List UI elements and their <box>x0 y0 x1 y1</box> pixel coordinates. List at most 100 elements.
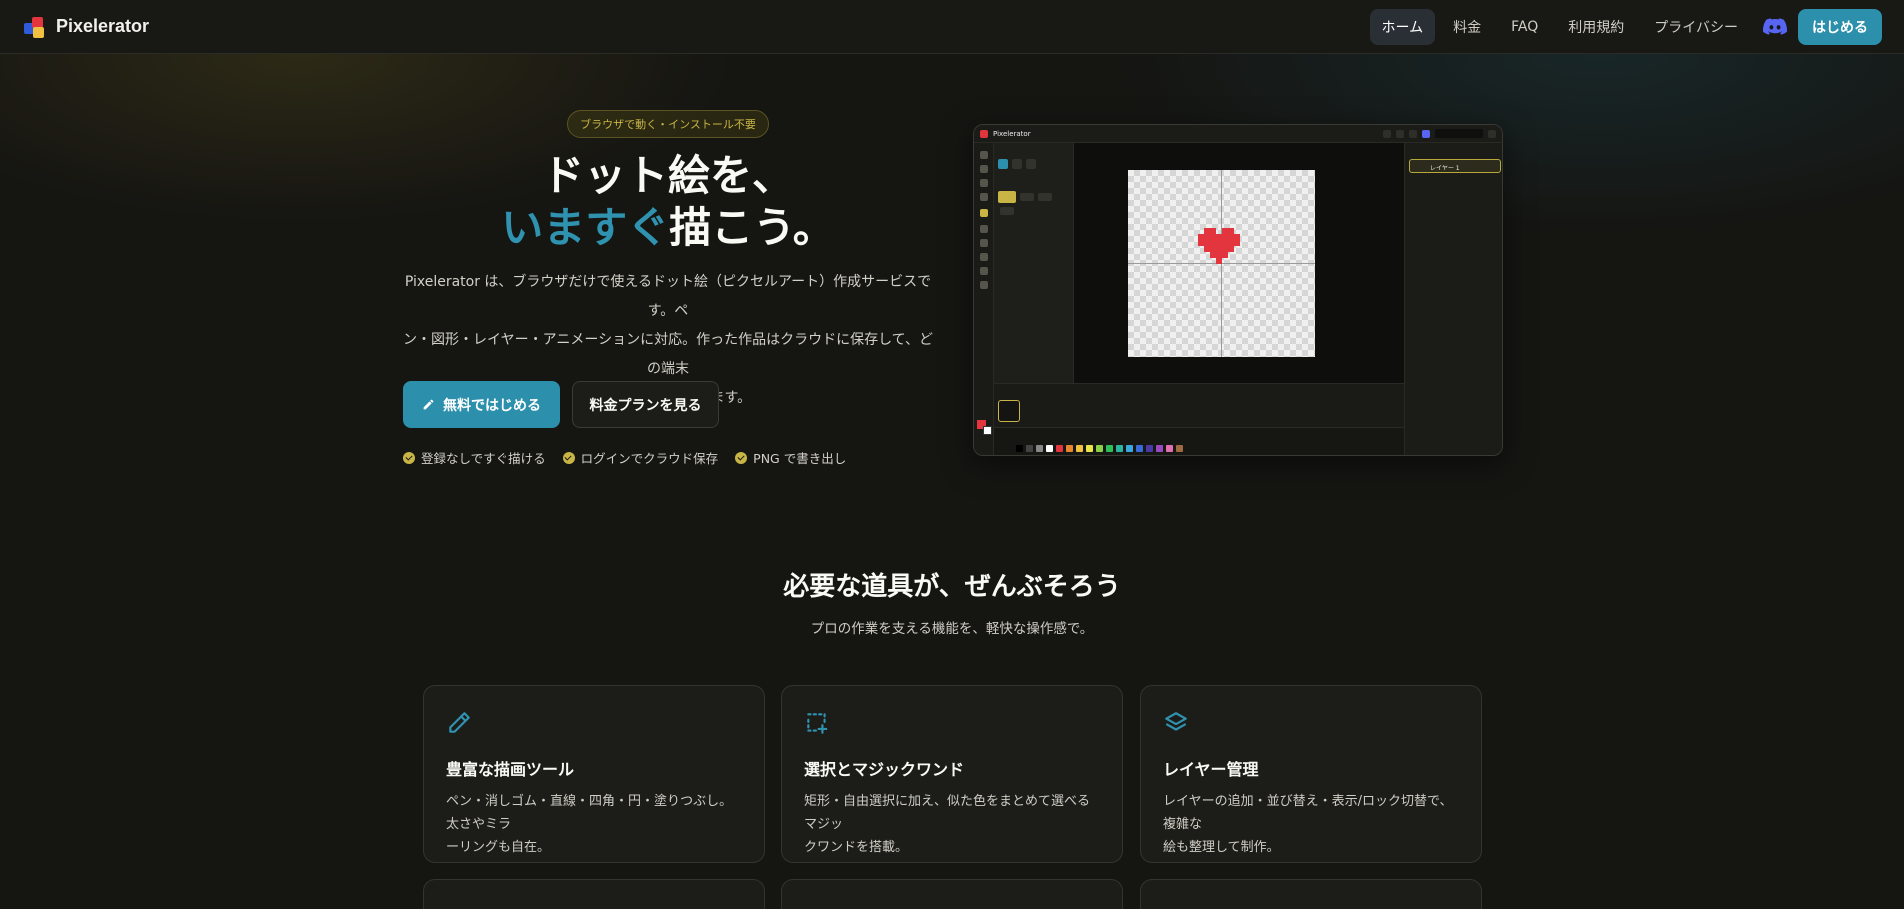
preview-toolbar: Pixelerator <box>974 125 1502 143</box>
palette-swatch <box>1026 445 1033 452</box>
preview-timeline <box>994 383 1404 427</box>
palette-swatch <box>1136 445 1143 452</box>
check-label: 登録なしですぐ描ける <box>421 451 546 466</box>
palette-swatch <box>1046 445 1053 452</box>
preview-tool-icon <box>980 225 988 233</box>
feature-card-partial <box>781 879 1123 909</box>
heart-pixel <box>1222 252 1228 258</box>
preview-layer-row: レイヤー 1 <box>1409 159 1501 173</box>
feature-card-text-line: クワンドを搭載。 <box>804 840 909 855</box>
palette-swatch <box>1116 445 1123 452</box>
palette-swatch <box>1016 445 1023 452</box>
preview-tool-icon <box>980 281 988 289</box>
feature-card-selection: 選択とマジックワンド 矩形・自由選択に加え、似た色をまとめて選べるマジッ クワン… <box>781 685 1123 863</box>
hero-background-glow <box>0 54 1904 574</box>
feature-card-text-line: 矩形・自由選択に加え、似た色をまとめて選べるマジッ <box>804 794 1091 832</box>
brand[interactable]: Pixelerator <box>22 15 149 39</box>
hero-badge: ブラウザで動く・インストール不要 <box>567 110 769 138</box>
nav-link-home[interactable]: ホーム <box>1369 8 1436 45</box>
nav-link-terms[interactable]: 利用規約 <box>1556 9 1636 45</box>
check-label: ログインでクラウド保存 <box>580 451 719 466</box>
palette-swatch <box>1156 445 1163 452</box>
hero-copy: ブラウザで動く・インストール不要 ドット絵を、 いますぐ描こう。 Pixeler… <box>400 110 936 413</box>
feature-card-text: ペン・消しゴム・直線・四角・円・塗りつぶし。太さやミラ ーリングも自在。 <box>446 790 742 859</box>
palette-swatch <box>1166 445 1173 452</box>
start-free-button[interactable]: 無料ではじめる <box>403 381 560 428</box>
palette-swatch <box>1056 445 1063 452</box>
feature-card-text-line: ーリングも自在。 <box>446 840 551 855</box>
preview-menu-icon <box>1409 129 1417 138</box>
hero-checklist: 登録なしですぐ描ける ログインでクラウド保存 PNG で書き出し <box>403 448 846 467</box>
preview-tool-icon <box>980 193 988 201</box>
discord-icon[interactable] <box>1762 14 1788 40</box>
preview-frame-thumb <box>998 400 1020 422</box>
preview-mode-icon <box>1012 159 1022 169</box>
hero-title-accent: いますぐ <box>501 203 670 252</box>
preview-tool-icon <box>980 253 988 261</box>
pencil-icon <box>449 712 470 733</box>
feature-card-text: 矩形・自由選択に加え、似た色をまとめて選べるマジッ クワンドを搭載。 <box>804 790 1100 859</box>
feature-card-title: レイヤー管理 <box>1163 760 1259 779</box>
preview-user-icon <box>1488 129 1496 138</box>
feature-card-drawing-tools: 豊富な描画ツール ペン・消しゴム・直線・四角・円・塗りつぶし。太さやミラ ーリン… <box>423 685 765 863</box>
preview-secondary-color <box>983 426 992 435</box>
feature-card-layers: レイヤー管理 レイヤーの追加・並び替え・表示/ロック切替で、複雑な 絵も整理して… <box>1140 685 1482 863</box>
hero-title: ドット絵を、 いますぐ描こう。 <box>400 150 936 254</box>
pixelerator-logo-icon <box>22 15 46 39</box>
check-circle-icon <box>403 451 415 464</box>
palette-swatch <box>1146 445 1153 452</box>
hero-title-line1: ドット絵を、 <box>541 151 794 200</box>
hero-desc-line2: ン・図形・レイヤー・アニメーションに対応。作った作品はクラウドに保存して、どの端… <box>403 332 933 377</box>
heart-pixel <box>1228 246 1234 252</box>
check-item: 登録なしですぐ描ける <box>403 448 546 467</box>
preview-mode-icon <box>998 159 1008 169</box>
preview-logo-icon <box>980 129 988 138</box>
features-title: 必要な道具が、ぜんぶそろう <box>783 572 1121 602</box>
heart-pixel <box>1234 240 1240 246</box>
preview-size-option <box>1020 193 1034 201</box>
preview-tool-icon <box>980 151 988 159</box>
preview-tool-rail <box>974 143 994 455</box>
preview-mode-icon <box>1026 159 1036 169</box>
check-label: PNG で書き出し <box>753 451 847 466</box>
feature-card-title: 選択とマジックワンド <box>804 760 965 779</box>
heart-pixel <box>1216 258 1222 264</box>
hero-cta-row: 無料ではじめる 料金プランを見る <box>403 381 719 428</box>
start-button[interactable]: はじめる <box>1798 8 1882 45</box>
nav-links: ホーム 料金 FAQ 利用規約 プライバシー はじめる <box>1369 8 1882 45</box>
preview-pixel-canvas <box>1128 170 1315 357</box>
preview-app-name: Pixelerator <box>993 129 1031 138</box>
nav-link-privacy[interactable]: プライバシー <box>1642 9 1750 45</box>
preview-layers-panel: レイヤー 1 <box>1404 143 1502 455</box>
feature-card-partial <box>1140 879 1482 909</box>
palette-swatch <box>1126 445 1133 452</box>
palette-swatch <box>1106 445 1113 452</box>
palette-swatch <box>1096 445 1103 452</box>
preview-layer-name: レイヤー 1 <box>1430 165 1460 172</box>
layers-icon <box>1165 712 1187 731</box>
preview-file-field <box>1435 129 1483 138</box>
start-free-label: 無料ではじめる <box>443 397 541 414</box>
app-preview-screenshot: Pixelerator レイヤー 1 <box>973 124 1503 456</box>
check-circle-icon <box>562 451 575 464</box>
hero-desc-line1: Pixelerator は、ブラウザだけで使えるドット絵（ピクセルアート）作成サ… <box>404 274 932 319</box>
preview-tool-options-panel <box>994 143 1074 383</box>
nav-link-pricing[interactable]: 料金 <box>1441 9 1493 45</box>
preview-tool-icon <box>980 165 988 173</box>
view-pricing-button[interactable]: 料金プランを見る <box>572 381 719 428</box>
feature-card-partial <box>423 879 765 909</box>
preview-redo-icon <box>1396 129 1404 138</box>
preview-discord-icon <box>1422 129 1430 138</box>
hero-title-rest: 描こう。 <box>669 203 835 252</box>
feature-card-title: 豊富な描画ツール <box>446 760 575 779</box>
feature-card-text-line: ペン・消しゴム・直線・四角・円・塗りつぶし。太さやミラ <box>446 794 733 832</box>
check-circle-icon <box>735 451 748 464</box>
preview-palette <box>994 427 1404 455</box>
feature-card-text-line: レイヤーの追加・並び替え・表示/ロック切替で、複雑な <box>1163 794 1453 832</box>
top-navbar: Pixelerator ホーム 料金 FAQ 利用規約 プライバシー はじめる <box>0 0 1904 54</box>
preview-tool-icon <box>980 239 988 247</box>
palette-swatch <box>1036 445 1043 452</box>
preview-canvas-area <box>1074 143 1404 383</box>
nav-link-faq[interactable]: FAQ <box>1499 11 1550 43</box>
features-subtitle: プロの作業を支える機能を、軽快な操作感で。 <box>810 621 1094 637</box>
